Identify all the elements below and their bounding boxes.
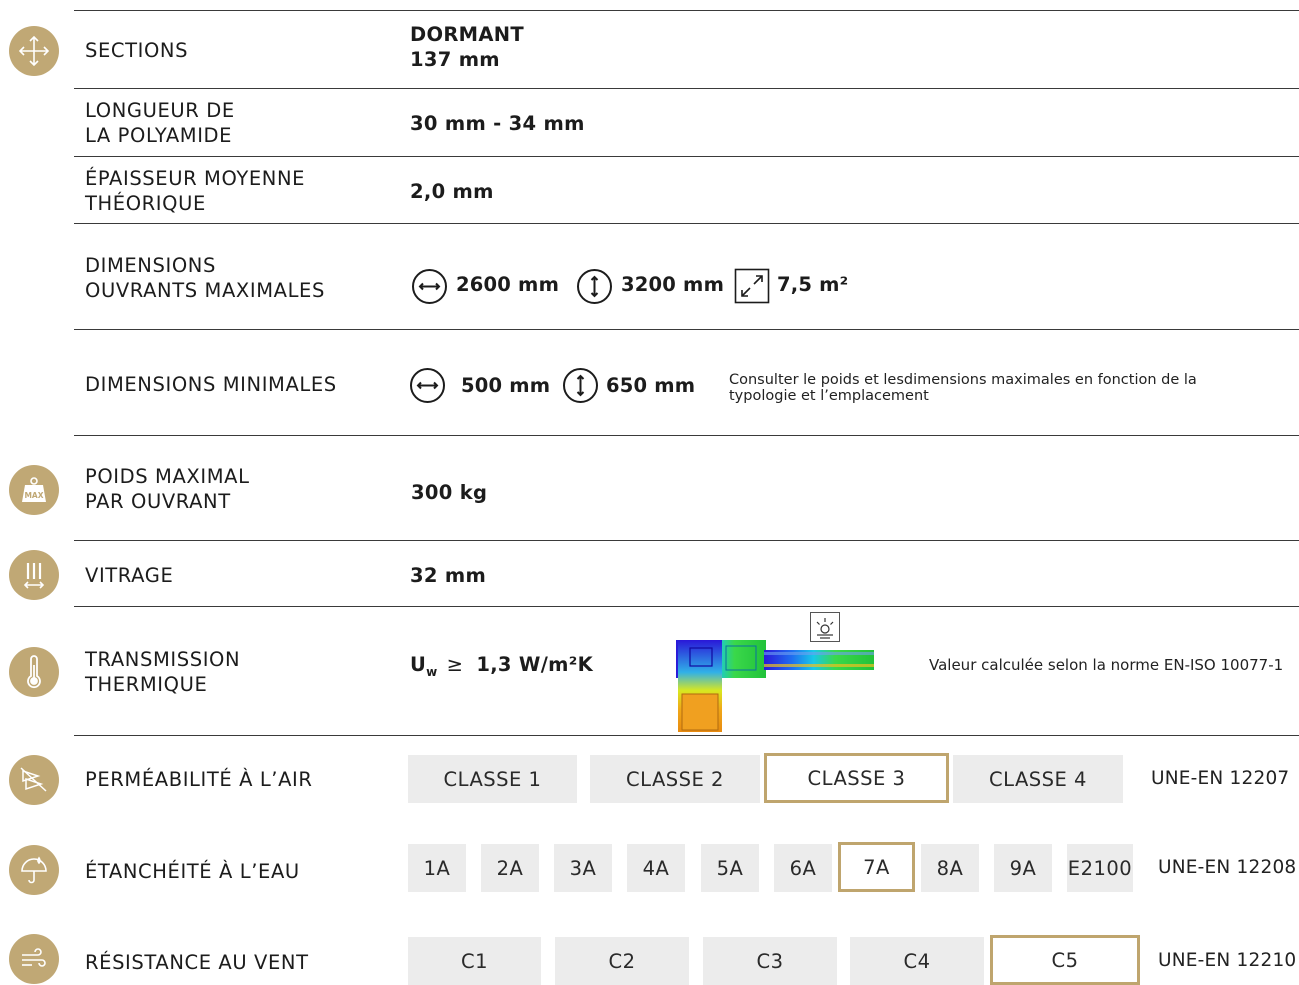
- dim-max-height: 3200 mm: [621, 273, 725, 296]
- thermique-label: TRANSMISSION THERMIQUE: [85, 648, 241, 696]
- svg-text:MAX: MAX: [24, 491, 43, 500]
- vitrage-value: 32 mm: [410, 564, 487, 587]
- dim-min-label: DIMENSIONS MINIMALES: [85, 373, 337, 396]
- divider: [74, 435, 1299, 436]
- eau-class-6a: 6A: [774, 844, 832, 892]
- air-class-2: CLASSE 2: [590, 755, 760, 803]
- poids-label: POIDS MAXIMAL PAR OUVRANT: [85, 465, 250, 513]
- air-standard: UNE-EN 12207: [1151, 768, 1290, 789]
- air-label: PERMÉABILITÉ À L’AIR: [85, 768, 313, 791]
- vent-class-c5-selected: C5: [990, 935, 1140, 985]
- divider: [74, 606, 1299, 607]
- weight-icon: MAX: [9, 465, 59, 515]
- sections-value: DORMANT 137 mm: [410, 23, 524, 71]
- area-icon: [734, 268, 770, 308]
- dim-min-width: 500 mm: [461, 374, 551, 397]
- width-icon: [411, 268, 448, 309]
- vent-class-c1: C1: [408, 937, 541, 985]
- sun-icon: [810, 612, 840, 642]
- eau-label: ÉTANCHÉITÉ À L’EAU: [85, 860, 300, 883]
- eau-class-4a: 4A: [627, 844, 685, 892]
- dim-max-area: 7,5 m²: [777, 273, 849, 296]
- divider: [74, 735, 1299, 736]
- dim-min-height: 650 mm: [606, 374, 696, 397]
- poids-value: 300 kg: [411, 481, 488, 504]
- vent-class-c4: C4: [850, 937, 984, 985]
- vent-label: RÉSISTANCE AU VENT: [85, 951, 309, 974]
- polyamide-label: LONGUEUR DE LA POLYAMIDE: [85, 99, 235, 147]
- eau-class-2a: 2A: [481, 844, 539, 892]
- dim-min-note: Consulter le poids et lesdimensions maxi…: [729, 372, 1197, 404]
- dim-max-width: 2600 mm: [456, 273, 560, 296]
- eau-class-1a: 1A: [408, 844, 466, 892]
- eau-class-9a: 9A: [994, 844, 1052, 892]
- thermal-simulation-image: [676, 612, 874, 734]
- move-arrows-icon: [9, 26, 59, 76]
- eau-class-3a: 3A: [554, 844, 612, 892]
- thermique-value: Uw ≥ 1,3 W/m²K: [410, 653, 593, 679]
- eau-class-5a: 5A: [701, 844, 759, 892]
- sections-label: SECTIONS: [85, 39, 189, 62]
- epaisseur-label: ÉPAISSEUR MOYENNE THÉORIQUE: [85, 167, 306, 215]
- height-icon: [562, 367, 599, 408]
- divider: [74, 10, 1299, 11]
- dim-max-label: DIMENSIONS OUVRANTS MAXIMALES: [85, 254, 325, 302]
- air-icon: [9, 755, 59, 805]
- divider: [74, 329, 1299, 330]
- height-icon: [576, 268, 613, 309]
- rain-umbrella-icon: [9, 845, 59, 895]
- air-class-3-selected: CLASSE 3: [764, 753, 949, 803]
- epaisseur-value: 2,0 mm: [410, 180, 494, 203]
- vent-standard: UNE-EN 12210: [1158, 950, 1297, 971]
- thermometer-icon: [9, 647, 59, 697]
- divider: [74, 156, 1299, 157]
- wind-icon: [9, 934, 59, 984]
- divider: [74, 223, 1299, 224]
- eau-class-7a-selected: 7A: [838, 842, 915, 892]
- divider: [74, 540, 1299, 541]
- air-class-4: CLASSE 4: [953, 755, 1123, 803]
- polyamide-value: 30 mm - 34 mm: [410, 112, 585, 135]
- thermique-note: Valeur calculée selon la norme EN-ISO 10…: [929, 656, 1284, 674]
- air-class-1: CLASSE 1: [408, 755, 577, 803]
- vitrage-label: VITRAGE: [85, 564, 174, 587]
- divider: [74, 88, 1299, 89]
- vent-class-c2: C2: [555, 937, 689, 985]
- eau-standard: UNE-EN 12208: [1158, 857, 1297, 878]
- vent-class-c3: C3: [703, 937, 837, 985]
- eau-class-e2100: E2100: [1067, 844, 1133, 892]
- eau-class-8a: 8A: [921, 844, 979, 892]
- width-icon: [409, 367, 446, 408]
- glazing-icon: [9, 550, 59, 600]
